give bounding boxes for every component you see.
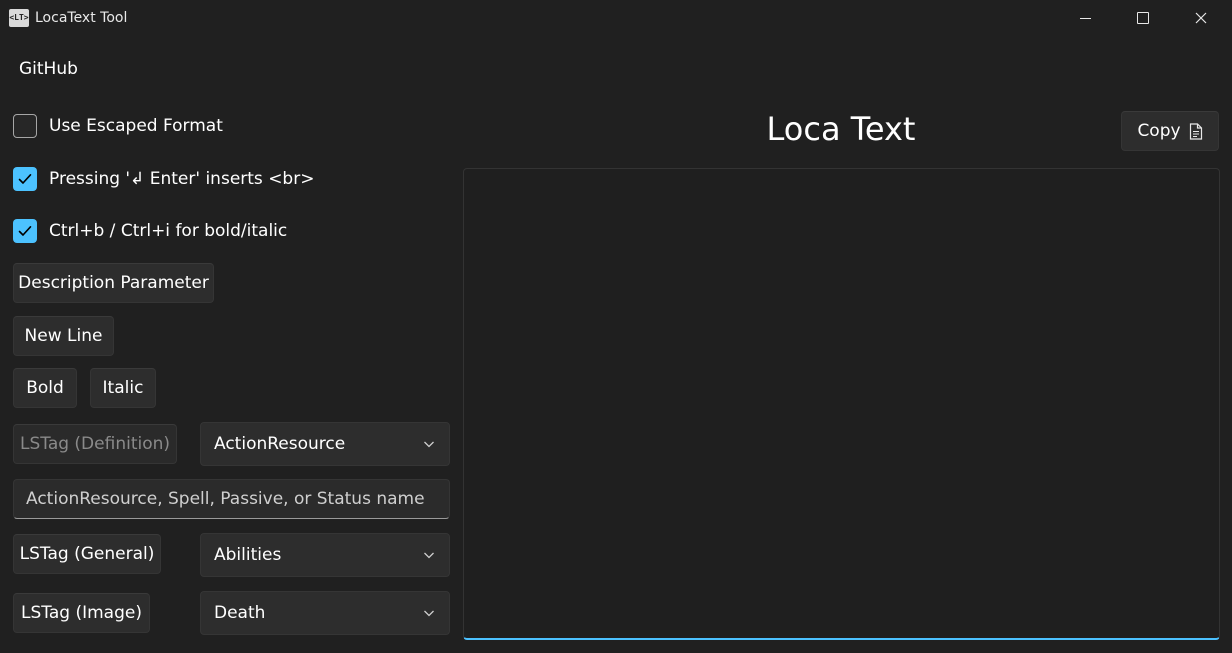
checkbox-enter-inserts-br[interactable] bbox=[13, 167, 37, 191]
title-bar: <LT> LocaText Tool bbox=[0, 0, 1232, 36]
app-logo-icon: <LT> bbox=[9, 9, 29, 27]
loca-text-title: Loca Text bbox=[766, 110, 916, 148]
italic-button[interactable]: Italic bbox=[90, 368, 156, 408]
copy-button[interactable]: Copy bbox=[1121, 111, 1219, 151]
description-parameter-button[interactable]: Description Parameter bbox=[13, 263, 214, 303]
maximize-icon bbox=[1137, 12, 1149, 24]
lstag-general-button[interactable]: LSTag (General) bbox=[13, 534, 161, 574]
document-icon bbox=[1189, 122, 1202, 140]
general-tag-dropdown[interactable]: Abilities bbox=[200, 533, 450, 577]
option-escaped-format-label: Use Escaped Format bbox=[49, 116, 223, 136]
lstag-definition-button[interactable]: LSTag (Definition) bbox=[13, 424, 177, 464]
image-tag-value: Death bbox=[214, 603, 266, 623]
bold-button[interactable]: Bold bbox=[13, 368, 77, 408]
copy-button-label: Copy bbox=[1137, 121, 1181, 141]
chevron-down-icon bbox=[424, 441, 434, 448]
definition-type-value: ActionResource bbox=[214, 434, 346, 454]
option-bold-italic-shortcuts[interactable]: Ctrl+b / Ctrl+i for bold/italic bbox=[13, 218, 287, 244]
general-tag-value: Abilities bbox=[214, 545, 282, 565]
option-escaped-format[interactable]: Use Escaped Format bbox=[13, 113, 223, 139]
chevron-down-icon bbox=[424, 610, 434, 617]
image-tag-dropdown[interactable]: Death bbox=[200, 591, 450, 635]
app-window: <LT> LocaText Tool GitHub Use Escaped Fo… bbox=[0, 0, 1232, 653]
resource-name-input[interactable] bbox=[13, 479, 450, 519]
checkmark-icon bbox=[18, 226, 32, 236]
window-title: LocaText Tool bbox=[35, 10, 128, 26]
option-bold-italic-shortcuts-label: Ctrl+b / Ctrl+i for bold/italic bbox=[49, 221, 288, 241]
option-enter-inserts-br[interactable]: Pressing '↲ Enter' inserts <br> bbox=[13, 166, 314, 192]
new-line-button[interactable]: New Line bbox=[13, 316, 114, 356]
maximize-button[interactable] bbox=[1114, 0, 1172, 36]
close-button[interactable] bbox=[1172, 0, 1230, 36]
minimize-button[interactable] bbox=[1056, 0, 1114, 36]
checkbox-escaped-format[interactable] bbox=[13, 114, 37, 138]
checkbox-bold-italic-shortcuts[interactable] bbox=[13, 219, 37, 243]
minimize-icon bbox=[1079, 17, 1091, 19]
menu-github[interactable]: GitHub bbox=[10, 52, 87, 86]
checkmark-icon bbox=[18, 174, 32, 184]
loca-text-editor[interactable] bbox=[463, 168, 1220, 640]
definition-type-dropdown[interactable]: ActionResource bbox=[200, 422, 450, 466]
option-enter-inserts-br-label: Pressing '↲ Enter' inserts <br> bbox=[49, 169, 315, 189]
lstag-image-button[interactable]: LSTag (Image) bbox=[13, 593, 150, 633]
chevron-down-icon bbox=[424, 552, 434, 559]
close-icon bbox=[1195, 12, 1207, 24]
